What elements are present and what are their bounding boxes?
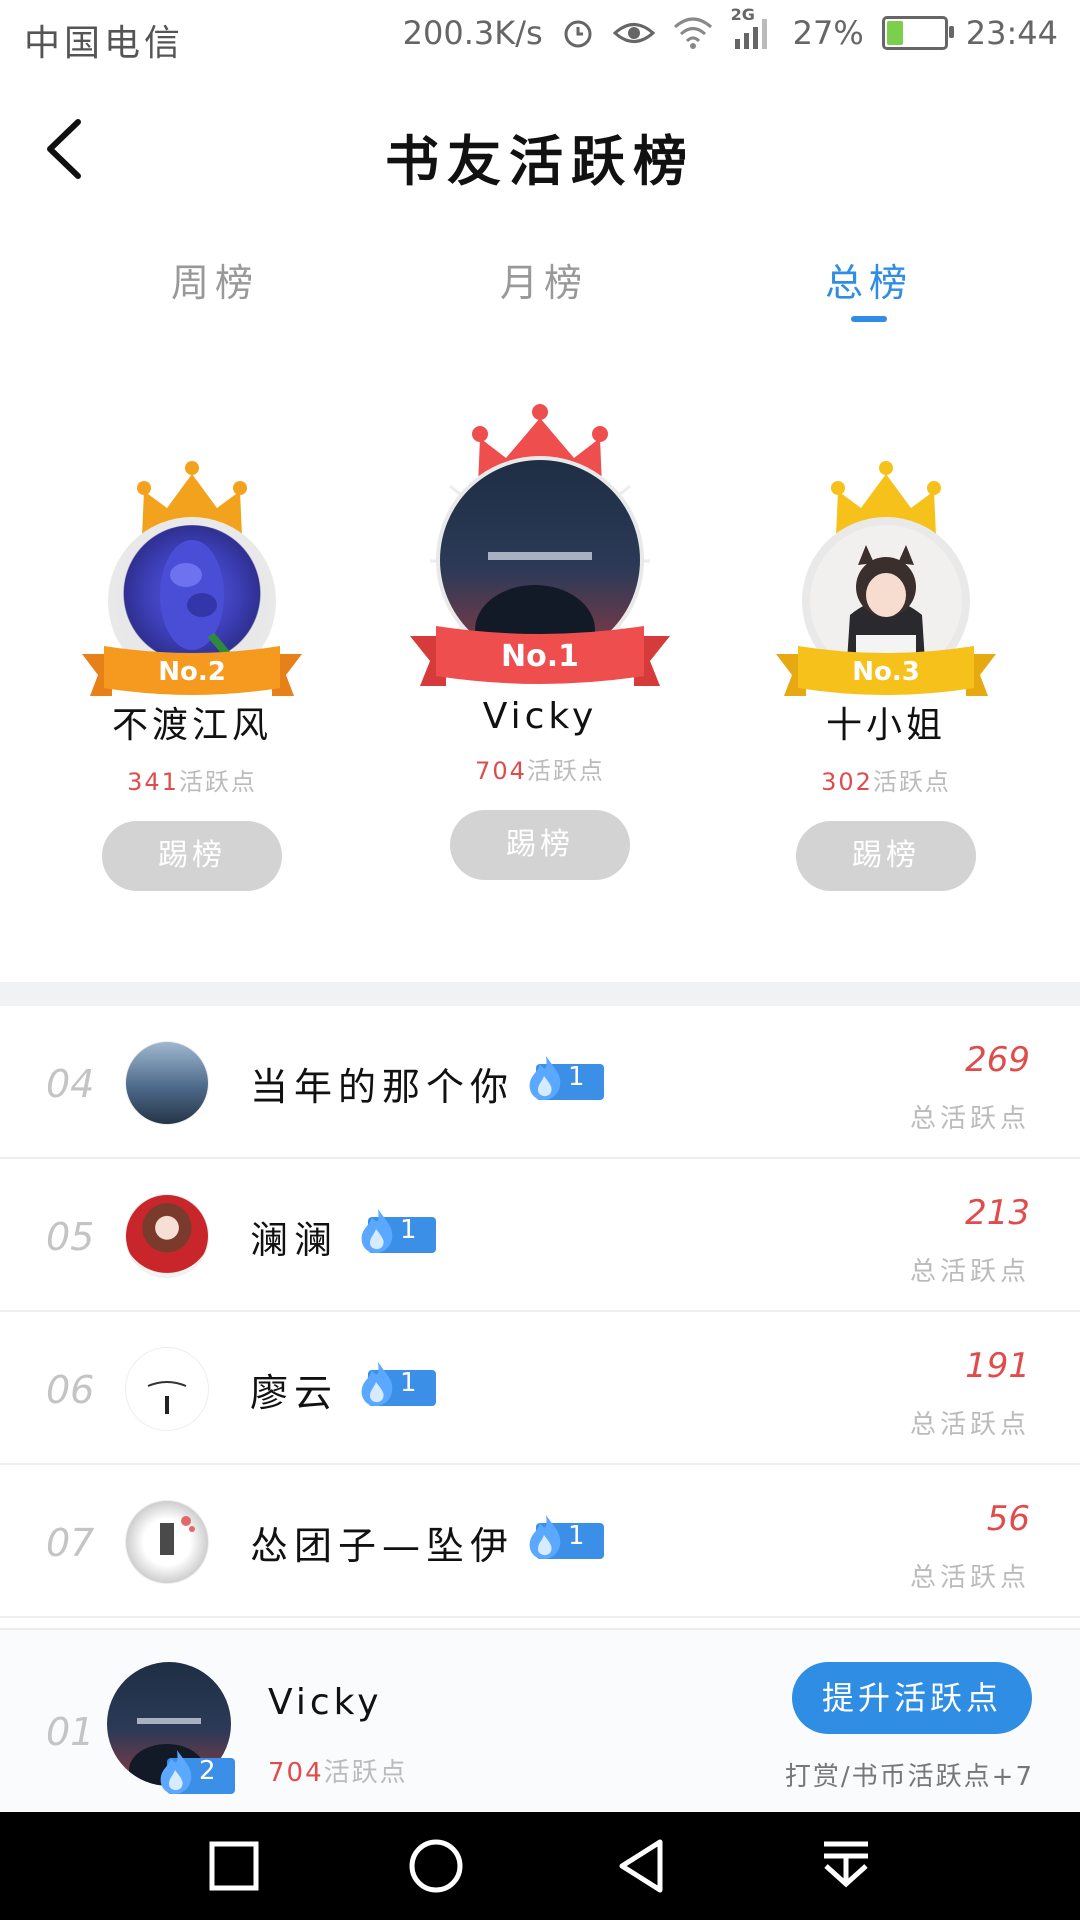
rank-badge: No.3 [852, 657, 920, 687]
flame-icon [529, 1056, 561, 1100]
avatar[interactable] [125, 1194, 209, 1278]
points-label: 总活跃点 [909, 1104, 1030, 1134]
rank-ribbon: No.2 [82, 646, 302, 696]
my-name: Vicky [268, 1682, 383, 1723]
level-number: 1 [400, 1368, 417, 1398]
home-icon[interactable] [406, 1836, 466, 1896]
section-divider [0, 982, 1080, 1006]
podium-avatar-frame: No.2 [82, 446, 302, 696]
list-item[interactable]: 07 怂团子—坠伊 1 56 总活跃点 [0, 1465, 1080, 1618]
flame-icon [160, 1750, 192, 1794]
level-number: 2 [199, 1756, 216, 1786]
my-level-badge: 2 [157, 1750, 235, 1794]
rank-badge: No.2 [158, 657, 226, 687]
status-bar: 中国电信 200.3K/s 2G 27% 23:44 [0, 0, 1080, 72]
podium-name: Vicky [482, 696, 598, 737]
kick-button[interactable]: 踢榜 [102, 821, 282, 891]
tab-monthly[interactable]: 月榜 [444, 252, 644, 307]
battery-icon [881, 16, 954, 50]
eye-icon [612, 23, 655, 43]
level-badge: 1 [358, 1209, 436, 1253]
list-item[interactable]: 04 当年的那个你 1 269 总活跃点 [0, 1006, 1080, 1159]
system-nav-bar [0, 1812, 1080, 1920]
list-item[interactable]: 06 廖云 1 191 总活跃点 [0, 1312, 1080, 1465]
points-label: 总活跃点 [909, 1257, 1030, 1287]
points-value: 191 [965, 1346, 1030, 1386]
notification-pull-icon[interactable] [816, 1836, 876, 1896]
alarm-icon [564, 20, 592, 48]
clock: 23:44 [965, 14, 1058, 52]
podium-points: 704活跃点 [475, 757, 605, 785]
user-name: 当年的那个你 [250, 1065, 515, 1109]
points-label: 总活跃点 [909, 1563, 1030, 1593]
podium-points: 302活跃点 [821, 768, 951, 796]
flame-icon [361, 1362, 393, 1406]
kick-button[interactable]: 踢榜 [450, 810, 630, 880]
rank-badge: No.1 [501, 639, 579, 674]
header: 书友活跃榜 [0, 72, 1080, 222]
level-badge: 1 [358, 1362, 436, 1406]
points-value: 213 [965, 1193, 1030, 1233]
rank-number: 04 [46, 1062, 95, 1106]
user-name: 澜澜 [250, 1218, 339, 1262]
page-title: 书友活跃榜 [385, 130, 695, 193]
recent-apps-icon[interactable] [204, 1836, 264, 1896]
my-points: 704活跃点 [268, 1758, 408, 1788]
avatar[interactable] [125, 1347, 209, 1431]
podium-slot-1: No.1 Vicky 704活跃点 踢榜 [410, 376, 670, 880]
user-name: 廖云 [250, 1371, 339, 1415]
rank-number: 07 [46, 1521, 95, 1565]
boost-points-button[interactable]: 提升活跃点 [792, 1662, 1032, 1734]
rank-list: 04 当年的那个你 1 269 总活跃点 05 澜澜 1 213 总活跃点 06… [0, 1006, 1080, 1618]
podium-avatar-frame: No.1 [410, 376, 670, 696]
podium: No.2 不渡江风 341活跃点 踢榜 No.1 Vicky 704活跃点 踢榜… [0, 336, 1080, 982]
podium-avatar-frame: No.3 [776, 446, 996, 696]
podium-points: 341活跃点 [127, 768, 257, 796]
flame-icon [529, 1515, 561, 1559]
kick-button[interactable]: 踢榜 [796, 821, 976, 891]
rank-ribbon: No.1 [410, 626, 670, 686]
level-number: 1 [568, 1062, 585, 1092]
points-value: 56 [986, 1499, 1030, 1539]
level-number: 1 [400, 1215, 417, 1245]
battery-percent: 27% [792, 14, 864, 52]
active-tab-indicator [851, 316, 887, 322]
avatar[interactable] [125, 1500, 209, 1584]
user-name: 怂团子—坠伊 [250, 1524, 515, 1568]
rank-number: 05 [46, 1215, 95, 1259]
points-value: 269 [965, 1040, 1030, 1080]
network-speed: 200.3K/s [402, 14, 543, 52]
status-icons: 200.3K/s 2G 27% 23:44 [402, 5, 1058, 52]
list-item[interactable]: 05 澜澜 1 213 总活跃点 [0, 1159, 1080, 1312]
podium-slot-2: No.2 不渡江风 341活跃点 踢榜 [62, 446, 322, 891]
tab-bar: 周榜 月榜 总榜 [0, 222, 1080, 338]
avatar[interactable] [125, 1041, 209, 1125]
signal-icon: 2G [731, 5, 775, 51]
level-number: 1 [568, 1521, 585, 1551]
rank-number: 06 [46, 1368, 95, 1412]
tab-weekly[interactable]: 周榜 [115, 252, 315, 307]
back-icon[interactable] [612, 1836, 672, 1896]
podium-slot-3: No.3 十小姐 302活跃点 踢榜 [756, 446, 1016, 891]
wifi-icon [673, 17, 712, 49]
my-rank-bar: 01 2 Vicky 704活跃点 提升活跃点 打赏/书币活跃点+7 [0, 1628, 1080, 1814]
level-badge: 1 [526, 1515, 604, 1559]
boost-note: 打赏/书币活跃点+7 [784, 1762, 1034, 1792]
flame-icon [361, 1209, 393, 1253]
rank-ribbon: No.3 [776, 646, 996, 696]
points-label: 总活跃点 [909, 1410, 1030, 1440]
level-badge: 1 [526, 1056, 604, 1100]
my-rank-number: 01 [46, 1710, 95, 1754]
tab-total[interactable]: 总榜 [769, 252, 969, 307]
carrier-label: 中国电信 [24, 23, 185, 64]
